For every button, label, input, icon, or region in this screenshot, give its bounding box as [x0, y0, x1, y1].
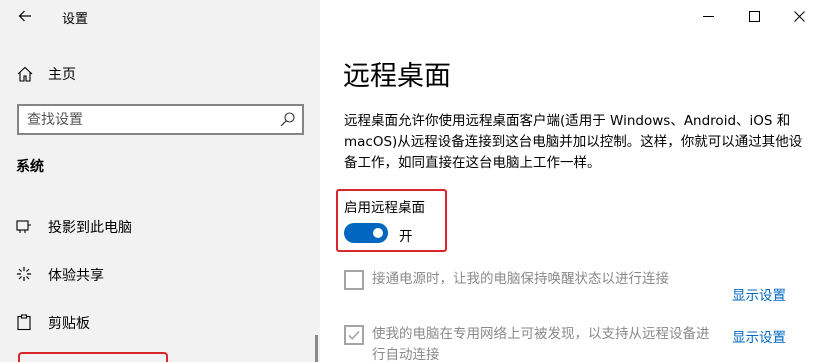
checkmark-icon — [348, 330, 360, 340]
sidebar-item-share[interactable]: 体验共享 — [0, 257, 318, 291]
share-experience-icon — [17, 267, 31, 281]
back-button[interactable] — [12, 4, 38, 28]
nav-home[interactable]: 主页 — [0, 58, 320, 88]
nav-home-label: 主页 — [48, 67, 76, 83]
section-heading: 系统 — [16, 159, 44, 175]
page-description: 远程桌面允许你使用远程桌面客户端(适用于 Windows、Android、iOS… — [344, 113, 803, 171]
page-title: 远程桌面 — [343, 61, 451, 92]
sidebar-item-clipboard[interactable]: 剪贴板 — [0, 305, 318, 339]
discoverable-text: 使我的电脑在专用网络上可被发现，以支持从远程设备进行自动连接 — [372, 326, 710, 362]
close-button[interactable] — [776, 0, 822, 32]
toggle-state-text: 开 — [399, 229, 413, 245]
discoverable-show-settings-link[interactable]: 显示设置 — [732, 326, 786, 346]
sidebar-scrollbar[interactable] — [315, 335, 318, 362]
keep-awake-text: 接通电源时，让我的电脑保持唤醒状态以进行连接 — [372, 271, 669, 287]
minimize-button[interactable] — [685, 0, 731, 32]
minimize-icon — [702, 15, 714, 17]
sidebar-item-label: 投影到此电脑 — [48, 220, 132, 236]
remote-desktop-toggle-label: 启用远程桌面 — [344, 200, 425, 216]
clipboard-icon — [17, 314, 31, 331]
close-icon — [793, 10, 805, 22]
sidebar: 设置 主页 系统 投影到此电脑 体验共享 剪贴板 — [0, 0, 320, 362]
highlight-box-partial — [18, 352, 168, 362]
projector-icon — [16, 220, 31, 233]
home-icon — [17, 66, 33, 82]
discoverable-checkbox[interactable] — [344, 325, 364, 345]
maximize-button[interactable] — [731, 0, 777, 32]
back-arrow-icon — [18, 10, 31, 22]
keep-awake-show-settings-link[interactable]: 显示设置 — [732, 284, 786, 304]
keep-awake-checkbox[interactable] — [344, 270, 364, 290]
app-title: 设置 — [62, 12, 89, 27]
search-icon[interactable] — [279, 111, 296, 128]
remote-desktop-toggle[interactable] — [344, 223, 388, 243]
sidebar-item-label: 体验共享 — [48, 268, 104, 284]
sidebar-item-project[interactable]: 投影到此电脑 — [0, 209, 318, 243]
search-input[interactable] — [27, 110, 272, 130]
search-box[interactable] — [17, 104, 304, 135]
toggle-knob — [373, 228, 383, 238]
sidebar-item-label: 剪贴板 — [48, 316, 90, 332]
maximize-icon — [748, 10, 760, 22]
